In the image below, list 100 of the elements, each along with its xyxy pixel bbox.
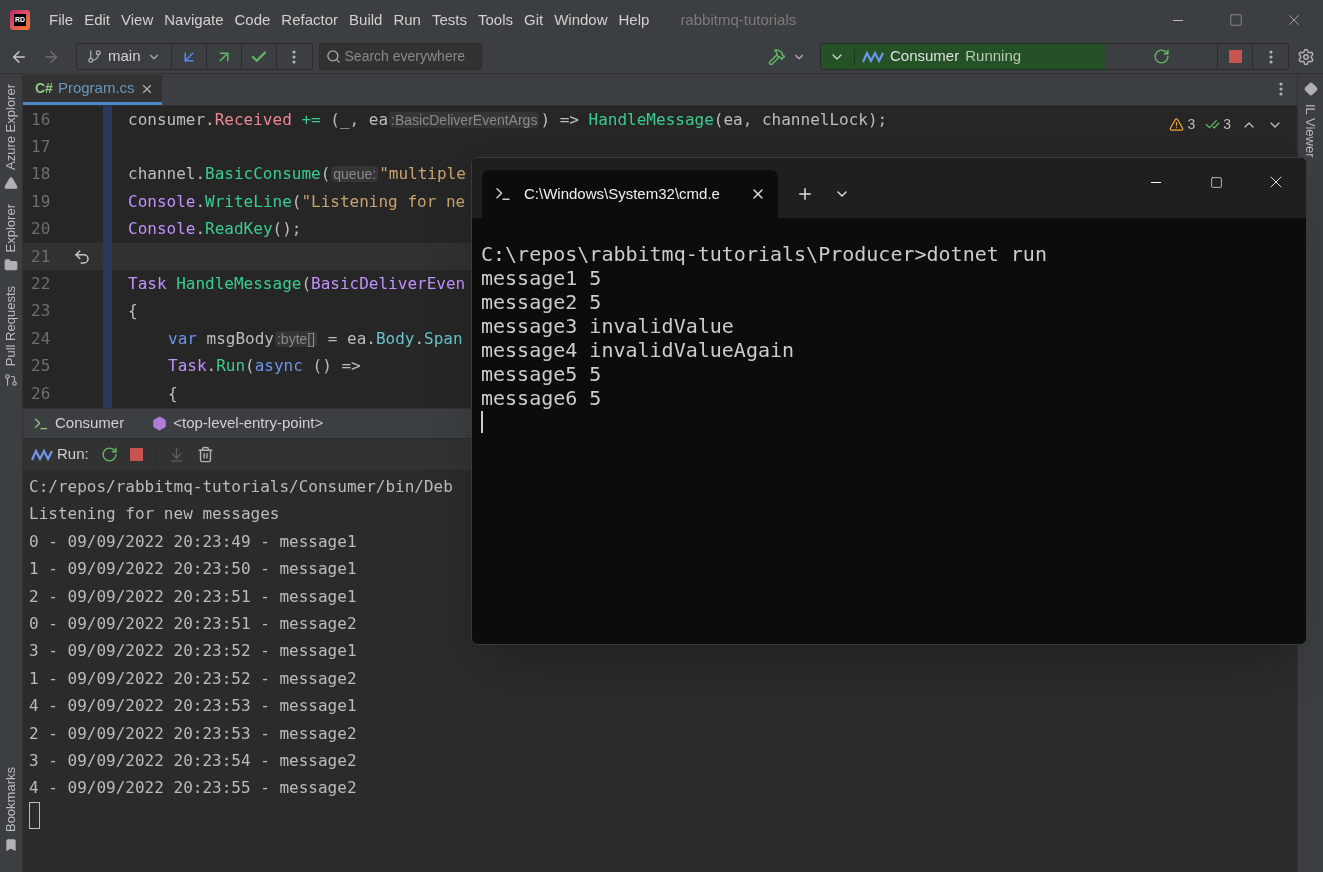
console-line: 1 - 09/09/2022 20:23:50 - message1 — [29, 558, 357, 581]
menu-item[interactable]: Tools — [472, 8, 518, 32]
tool-window-button[interactable]: Pull Requests — [1, 286, 21, 367]
text-cursor — [481, 411, 483, 433]
menu-item[interactable]: Git — [519, 8, 549, 32]
terminal-line: message5 5 — [481, 362, 602, 386]
tool-window-button[interactable]: Azure Explorer — [1, 84, 21, 170]
console-line: 2 - 09/09/2022 20:23:53 - message2 — [29, 722, 357, 745]
passed-count[interactable]: 3 — [1205, 114, 1231, 135]
settings-icon[interactable] — [1297, 47, 1315, 66]
inlay-hint: queue: — [331, 166, 379, 183]
console-icon — [494, 185, 512, 203]
maximize-icon — [1209, 175, 1223, 189]
run-tab[interactable]: Consumer — [33, 412, 125, 435]
cube-icon — [152, 416, 168, 431]
rerun-icon — [1152, 48, 1170, 65]
tool-window-button[interactable]: IL Viewer — [1300, 104, 1321, 158]
editor-tab[interactable]: C# Program.cs — [23, 75, 162, 105]
run-tab[interactable]: <top-level-entry-point> — [152, 412, 324, 435]
inlay-hint: :BasicDeliverEventArgs — [389, 111, 540, 128]
warning-icon — [1169, 117, 1185, 132]
menu-item[interactable]: Help — [613, 8, 655, 32]
revert-icon[interactable] — [73, 247, 91, 266]
branch-icon — [87, 49, 102, 64]
line-number: 24 — [30, 327, 52, 350]
menu-item[interactable]: Refactor — [276, 8, 344, 32]
triangle-icon[interactable] — [4, 176, 18, 190]
line-number: 16 — [30, 108, 52, 131]
menu-item[interactable]: Build — [344, 8, 388, 32]
code-line: Task HandleMessage(BasicDeliverEven — [128, 273, 466, 296]
code-line: channel.BasicConsume( queue: "multiple — [128, 163, 466, 186]
console-line: 0 - 09/09/2022 20:23:49 - message1 — [29, 530, 357, 553]
code-line: Task.Run(async () => — [168, 355, 361, 378]
terminal-tab[interactable]: C:\Windows\System32\cmd.e — [482, 170, 778, 218]
pull-request-icon[interactable] — [4, 372, 18, 387]
line-number: 23 — [30, 300, 52, 323]
search-field[interactable]: Search everywhere — [318, 43, 482, 70]
code-line: { — [168, 382, 178, 405]
menu-item[interactable]: Tests — [426, 8, 472, 32]
more-icon[interactable] — [1268, 49, 1273, 64]
console-line: 3 - 09/09/2022 20:23:52 - message1 — [29, 640, 357, 663]
console-line: C:/repos/rabbitmq-tutorials/Consumer/bin/Deb — [29, 476, 453, 498]
menu-item[interactable]: Run — [388, 8, 426, 32]
menu-item[interactable]: Navigate — [159, 8, 229, 32]
menu-item[interactable]: Window — [549, 8, 613, 32]
terminal-line: message2 5 — [481, 290, 602, 314]
tool-window-button[interactable]: Explorer — [1, 204, 21, 253]
bookmark-icon[interactable] — [4, 838, 18, 852]
menu-item[interactable]: Code — [229, 8, 276, 32]
line-number: 19 — [30, 190, 52, 213]
terminal-line: message4 invalidValueAgain — [481, 338, 795, 362]
branch-button[interactable]: main — [77, 44, 172, 69]
terminal-line: C:\repos\rabbitmq-tutorials\Producer>dotnet run — [481, 242, 1047, 266]
console-line: 1 - 09/09/2022 20:23:52 - message2 — [29, 667, 357, 690]
code-line: Console.ReadKey(); — [128, 218, 302, 241]
line-number: 20 — [30, 218, 52, 241]
menu-item[interactable]: File — [44, 8, 79, 32]
text-cursor — [29, 801, 40, 829]
code-line: { — [128, 300, 138, 323]
warning-count[interactable]: 3 — [1169, 114, 1196, 135]
code-line: var msgBody :byte[] = ea.Body.Span — [168, 327, 463, 350]
terminal-line: message6 5 — [481, 386, 602, 410]
new-tab-icon[interactable] — [796, 185, 814, 203]
minimize-icon — [1173, 19, 1183, 21]
build-button[interactable] — [768, 47, 806, 66]
menu-item[interactable]: Edit — [79, 8, 116, 32]
project-title: rabbitmq-tutorials — [680, 9, 797, 30]
tool-window-button[interactable]: Bookmarks — [1, 766, 21, 832]
line-number: 25 — [30, 355, 52, 378]
line-number: 21 — [30, 245, 52, 268]
run-label: Run: — [57, 444, 89, 465]
stop-icon[interactable] — [129, 448, 143, 461]
console-line: 4 - 09/09/2022 20:23:53 - message1 — [29, 695, 357, 718]
inlay-hint: :byte[] — [274, 330, 318, 347]
menu-item[interactable]: View — [116, 8, 159, 32]
line-number: 17 — [30, 136, 52, 159]
stop-icon — [1228, 50, 1242, 63]
console-line: 3 - 09/09/2022 20:23:54 - message2 — [29, 749, 357, 772]
line-number: 26 — [30, 382, 52, 405]
terminal-line: message3 invalidValue — [481, 314, 734, 338]
code-line: Console.WriteLine("Listening for ne — [128, 190, 466, 213]
folder-icon[interactable] — [4, 258, 18, 273]
diamond-icon[interactable] — [1303, 82, 1318, 96]
trash-icon[interactable] — [196, 446, 214, 463]
line-number: 18 — [30, 163, 52, 186]
console-line: 4 - 09/09/2022 20:23:55 - message2 — [29, 777, 357, 800]
console-line: Listening for new messages — [29, 503, 280, 526]
hammer-icon — [768, 47, 786, 66]
maximize-icon — [1229, 13, 1243, 27]
more-icon[interactable] — [292, 49, 296, 64]
terminal-line: message1 5 — [481, 266, 602, 290]
console-line: 2 - 09/09/2022 20:23:51 - message1 — [29, 585, 357, 608]
line-number: 22 — [30, 273, 52, 296]
run-config-button[interactable]: Consumer Running — [821, 44, 1105, 69]
minimize-icon — [1151, 181, 1161, 183]
rerun-icon[interactable] — [100, 446, 118, 463]
more-icon[interactable] — [1279, 82, 1283, 96]
search-icon — [325, 49, 341, 64]
code-line: consumer.Received += (_, ea :BasicDeliverEventArgs ) => HandleMessage(ea, channelLock); — [128, 108, 888, 131]
console-line: 0 - 09/09/2022 20:23:51 - message2 — [29, 612, 357, 635]
